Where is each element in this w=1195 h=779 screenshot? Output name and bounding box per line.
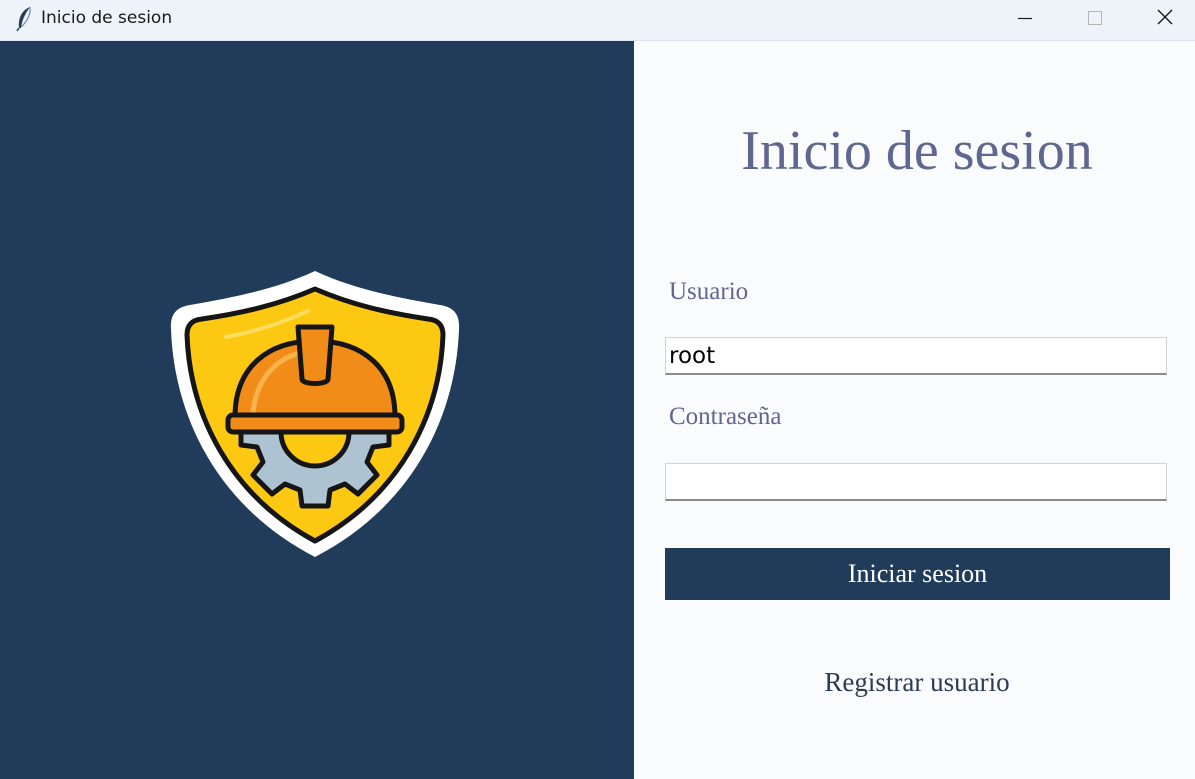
close-icon	[1157, 9, 1173, 25]
title-bar: Inicio de sesion	[0, 0, 1195, 41]
password-label: Contraseña	[669, 403, 782, 430]
maximize-icon	[1088, 11, 1102, 25]
close-button[interactable]	[1125, 0, 1195, 40]
password-field[interactable]	[665, 463, 1167, 501]
minimize-icon	[1018, 17, 1032, 20]
username-field[interactable]	[665, 337, 1167, 375]
page-title: Inicio de sesion	[741, 120, 1093, 182]
register-user-link[interactable]: Registrar usuario	[634, 667, 1195, 698]
branding-panel	[0, 41, 634, 779]
login-form: Inicio de sesion Usuario Contraseña Inic…	[634, 41, 1195, 779]
minimize-button[interactable]	[990, 0, 1060, 40]
login-button[interactable]: Iniciar sesion	[665, 548, 1170, 600]
safety-shield-hardhat-gear-icon	[170, 271, 460, 557]
feather-icon	[16, 6, 31, 32]
window-title: Inicio de sesion	[41, 8, 173, 28]
maximize-button[interactable]	[1060, 0, 1130, 40]
username-label: Usuario	[669, 278, 749, 305]
